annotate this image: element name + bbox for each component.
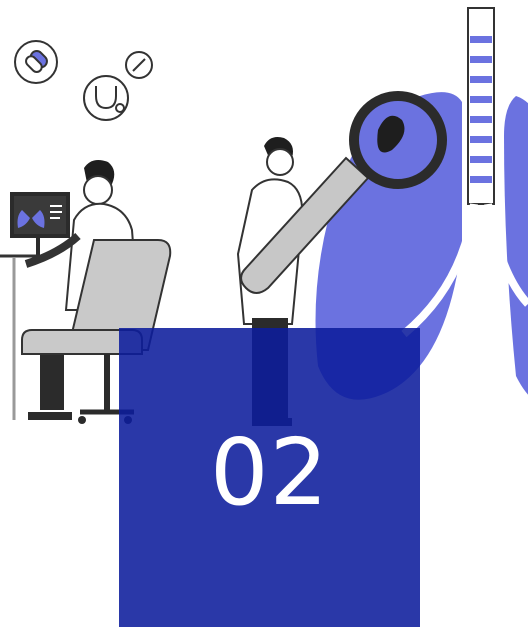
- section-number: 02: [209, 419, 330, 526]
- no-entry-icon: [125, 51, 153, 79]
- section-number-badge: 02: [119, 328, 420, 627]
- stethoscope-icon: [83, 75, 129, 121]
- pill-icon: [14, 40, 58, 84]
